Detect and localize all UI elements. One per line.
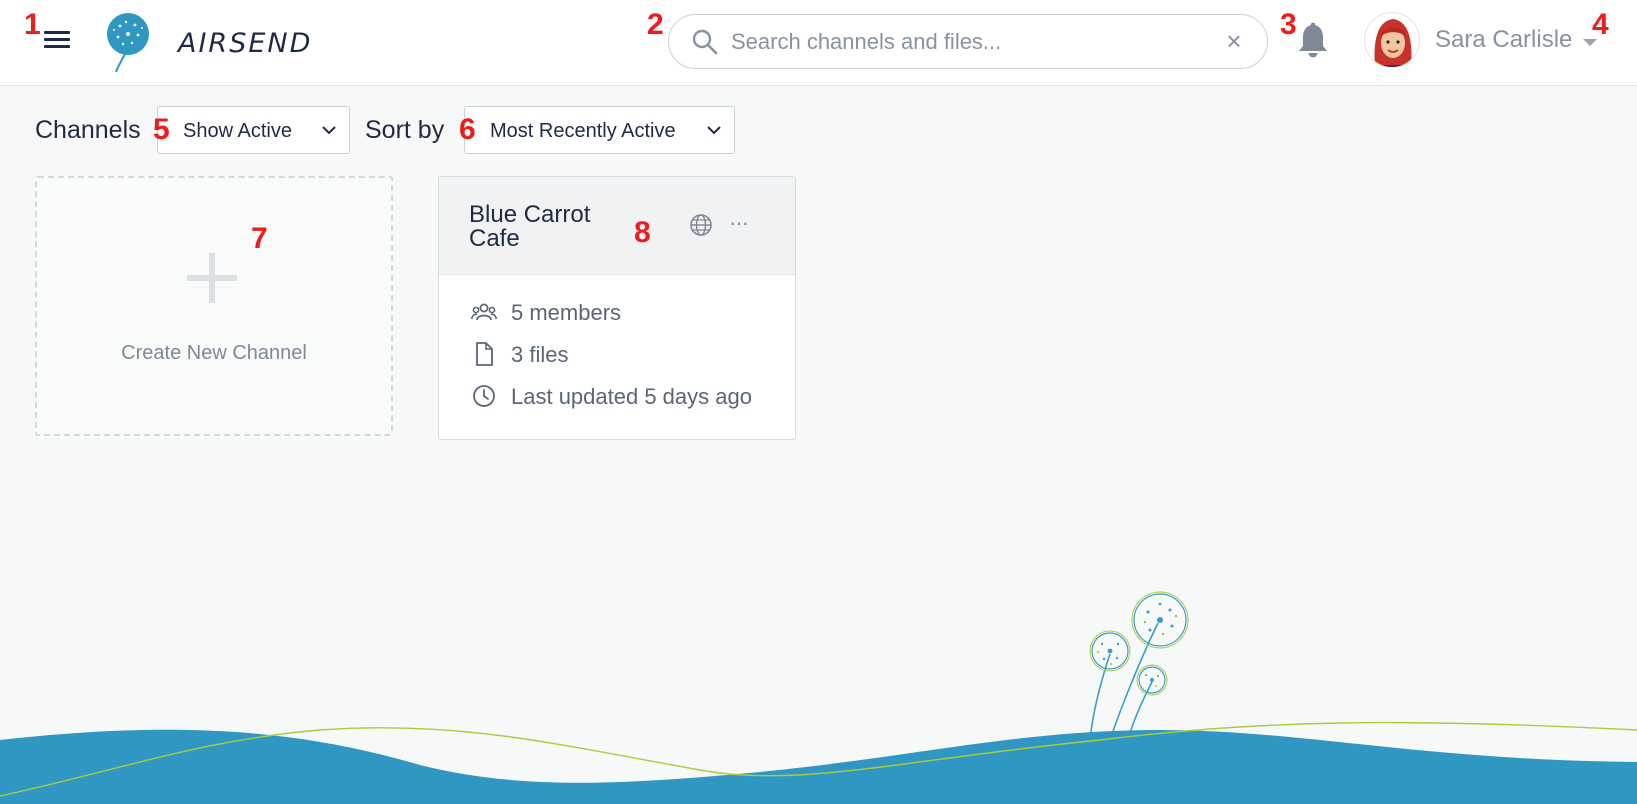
members-count: 5 members [511,300,622,325]
last-updated: Last updated 5 days ago [511,384,752,409]
channels-filter-select[interactable]: Show Active [157,106,350,154]
top-header: AIRSEND × Sara Carlisle [0,0,1637,86]
avatar-image [1365,13,1419,67]
wave-line [0,721,1637,797]
channel-name[interactable]: Blue Carrot Cafe [469,203,619,251]
background-wave-art [0,591,1637,804]
wave-shape [0,729,1637,804]
sort-select[interactable]: Most Recently Active [464,106,735,154]
brand-logo[interactable]: AIRSEND [104,8,314,74]
marker-2: 2 [647,8,664,41]
user-name[interactable]: Sara Carlisle [1435,26,1572,54]
search-box[interactable]: × [668,14,1268,69]
marker-4: 4 [1592,8,1609,41]
channel-card-header: Blue Carrot Cafe ··· [439,177,795,275]
hamburger-menu-icon[interactable] [44,27,72,53]
sort-value: Most Recently Active [490,120,676,142]
create-channel-label: Create New Channel [121,342,307,364]
marker-8: 8 [634,216,651,249]
more-dots-icon[interactable]: ··· [729,212,753,234]
users-icon [471,303,497,321]
file-icon [476,342,493,366]
channel-card[interactable]: Blue Carrot Cafe ··· 5 members 3 files L… [438,176,796,440]
clear-search-icon[interactable]: × [1221,28,1247,54]
dandelion-logo-icon [107,13,149,73]
marker-6: 6 [459,113,476,146]
marker-5: 5 [153,113,170,146]
marker-1: 1 [24,8,41,41]
marker-7: 7 [251,222,268,255]
globe-icon[interactable] [689,213,713,237]
chevron-down-icon [322,126,336,135]
clock-icon [473,385,495,407]
files-count: 3 files [511,342,569,367]
chevron-down-icon [707,126,721,135]
search-icon [692,29,718,55]
brand-name: AIRSEND [178,28,313,59]
channels-label: Channels [35,116,141,144]
search-input[interactable] [731,25,1211,59]
user-avatar[interactable] [1364,12,1420,68]
marker-3: 3 [1280,8,1297,41]
channels-filter-value: Show Active [183,120,292,142]
sort-label: Sort by [365,116,445,144]
dandelion-illustration [1089,591,1189,741]
bell-icon[interactable] [1296,22,1330,60]
create-new-channel-card[interactable]: Create New Channel [35,176,393,436]
plus-icon [187,253,237,303]
